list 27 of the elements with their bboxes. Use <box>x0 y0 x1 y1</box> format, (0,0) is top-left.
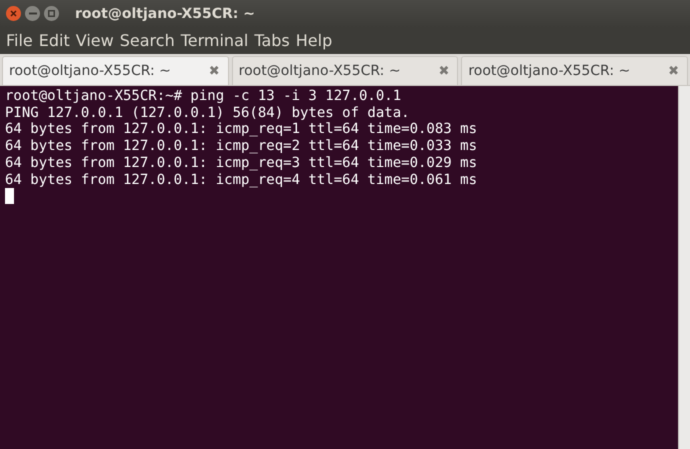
close-button[interactable] <box>6 6 21 21</box>
terminal-line: PING 127.0.0.1 (127.0.0.1) 56(84) bytes of data. <box>5 104 411 122</box>
terminal-tab[interactable]: root@oltjano-X55CR: ~ ✖ <box>461 56 688 85</box>
close-icon <box>10 10 17 17</box>
terminal-tab[interactable]: root@oltjano-X55CR: ~ ✖ <box>232 56 458 85</box>
terminal-line: root@oltjano-X55CR:~# ping -c 13 -i 3 127.0.0.1 <box>5 88 402 105</box>
close-tab-button[interactable]: ✖ <box>208 64 220 78</box>
menu-item[interactable]: Edit <box>36 31 73 50</box>
menu-item[interactable]: View <box>72 31 117 50</box>
terminal-tab[interactable]: root@oltjano-X55CR: ~ ✖ <box>2 56 229 85</box>
menu-item[interactable]: Help <box>292 31 336 50</box>
menu-item[interactable]: File <box>3 31 36 50</box>
terminal-output[interactable] <box>0 86 678 449</box>
minimize-button[interactable] <box>25 6 40 21</box>
terminal-line: 64 bytes from 127.0.0.1: icmp_req=4 ttl=64 time=0.061 ms <box>5 172 478 188</box>
scrollbar[interactable] <box>678 86 690 449</box>
menu-item[interactable]: Search <box>116 31 178 50</box>
terminal-line: 64 bytes from 127.0.0.1: icmp_req=1 ttl=64 time=0.083 ms <box>5 121 478 138</box>
menu-item[interactable]: Tabs <box>251 31 293 50</box>
terminal-line: 64 bytes from 127.0.0.1: icmp_req=3 ttl=64 time=0.029 ms <box>5 154 478 172</box>
menu-item[interactable]: Terminal <box>178 31 252 50</box>
minimize-icon <box>28 12 36 15</box>
text-cursor <box>5 188 14 204</box>
terminal-line: 64 bytes from 127.0.0.1: icmp_req=2 ttl=64 time=0.033 ms <box>5 138 478 155</box>
window-title: root@oltjano-X55CR: ~ <box>75 6 255 22</box>
maximize-button[interactable] <box>44 6 59 21</box>
maximize-icon <box>48 10 55 17</box>
